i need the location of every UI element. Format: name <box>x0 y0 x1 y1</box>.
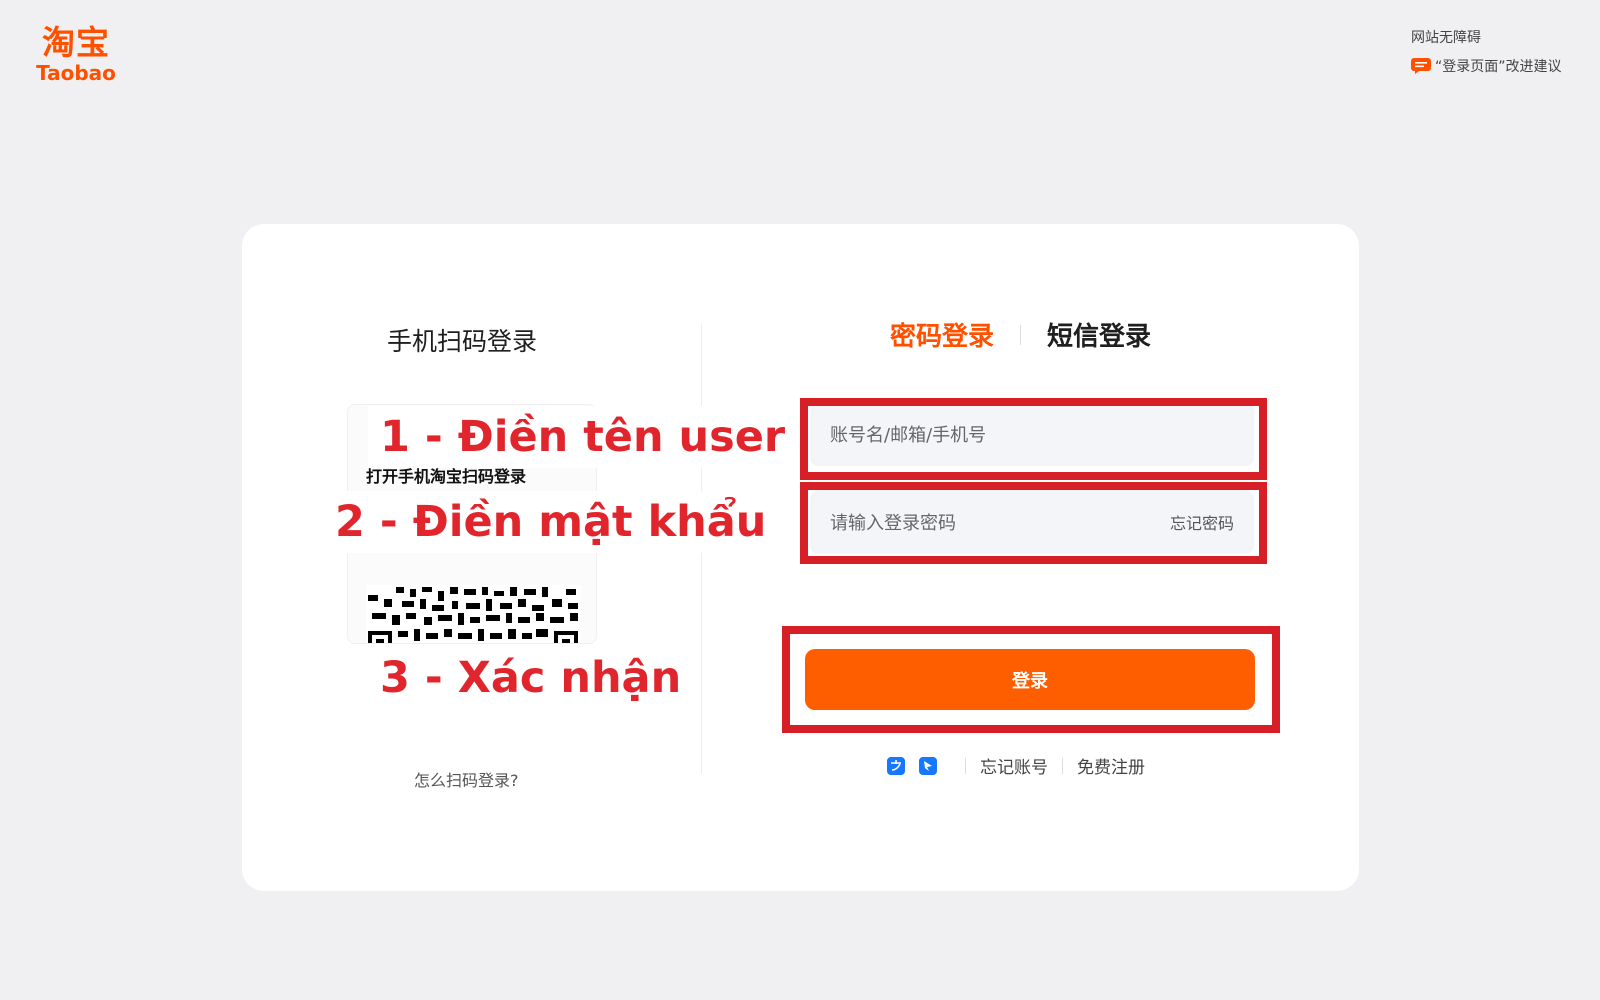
step1-annotation: 1 - Điền tên user <box>368 406 798 468</box>
highlight-username <box>800 398 1267 480</box>
step2-annotation: 2 - Điền mật khẩu <box>323 491 779 553</box>
step3-annotation: 3 - Xác nhận <box>368 647 694 709</box>
register-link[interactable]: 免费注册 <box>1077 753 1145 778</box>
top-right-links: 网站无障碍 “登录页面”改进建议 <box>1411 28 1562 76</box>
tab-password-login[interactable]: 密码登录 <box>890 316 994 353</box>
link-divider <box>1062 757 1063 774</box>
link-divider <box>965 757 966 774</box>
highlight-password <box>800 482 1267 564</box>
logo-en: Taobao <box>36 61 116 85</box>
login-tabs: 密码登录 短信登录 <box>890 316 1151 353</box>
feedback-label: “登录页面”改进建议 <box>1435 59 1562 75</box>
taobao-logo[interactable]: 淘宝 Taobao <box>26 23 126 85</box>
qr-code-image <box>366 585 581 643</box>
logo-cn: 淘宝 <box>42 23 110 62</box>
bottom-links: 忘记账号 免费注册 <box>887 753 1145 778</box>
tab-sms-login[interactable]: 短信登录 <box>1047 316 1151 353</box>
qr-login-title: 手机扫码登录 <box>387 327 538 356</box>
highlight-login-button <box>782 626 1280 733</box>
qr-help-link[interactable]: 怎么扫码登录? <box>414 767 519 791</box>
dingtalk-icon[interactable] <box>919 756 937 775</box>
forgot-account-link[interactable]: 忘记账号 <box>980 753 1048 778</box>
chat-bubble-icon <box>1411 58 1431 74</box>
feedback-link[interactable]: “登录页面”改进建议 <box>1411 56 1562 76</box>
tab-divider <box>1020 324 1022 345</box>
alipay-icon[interactable] <box>887 756 905 775</box>
accessibility-link[interactable]: 网站无障碍 <box>1411 28 1562 48</box>
